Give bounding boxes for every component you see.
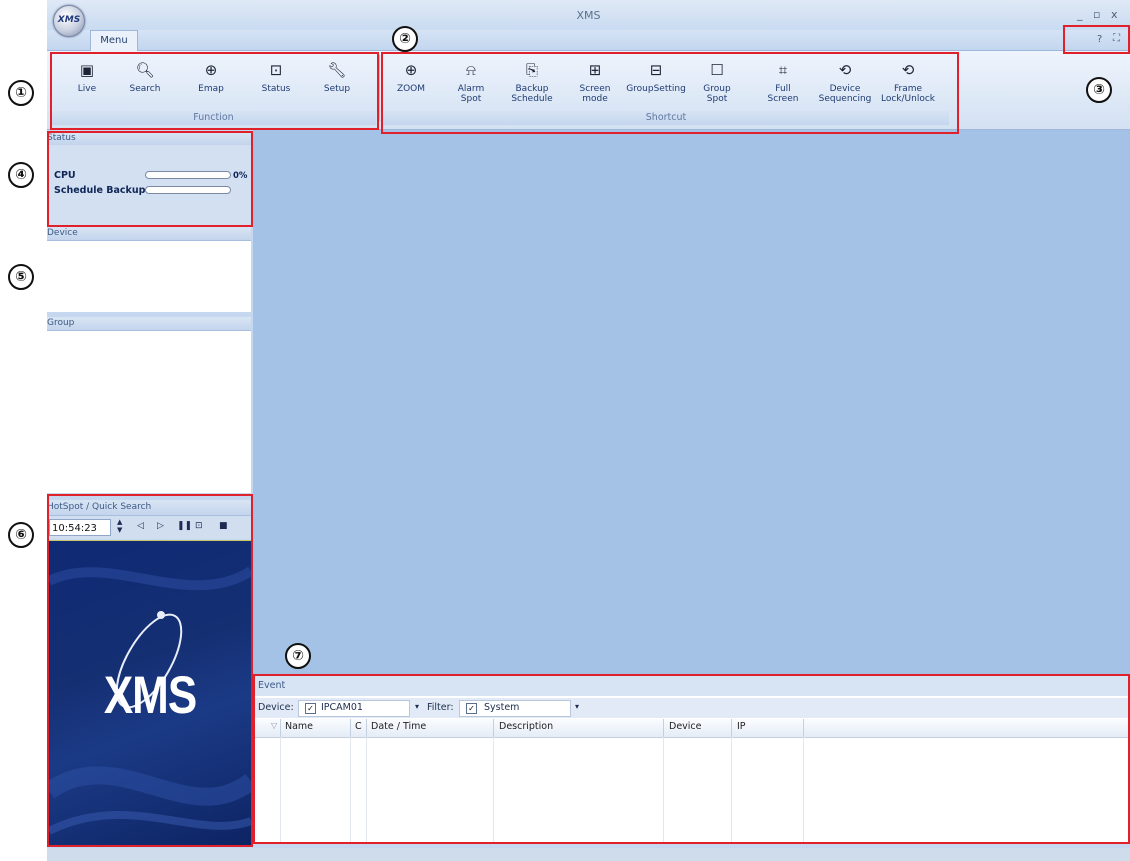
annotation-box-status <box>47 131 253 227</box>
device-panel-header: Device <box>47 227 251 241</box>
annotation-number-2: ② <box>392 26 418 52</box>
status-bar <box>47 848 1130 861</box>
live-view-area[interactable] <box>253 130 1130 676</box>
annotation-number-6: ⑥ <box>8 522 34 548</box>
title-bar: XMS _ ▫ x <box>47 0 1130 30</box>
annotation-box-help <box>1063 25 1130 54</box>
restore-button[interactable]: ▫ <box>1093 8 1100 21</box>
device-tree[interactable] <box>47 241 251 312</box>
annotation-box-function <box>50 52 379 130</box>
annotation-box-shortcut <box>381 52 959 134</box>
ribbon-separator <box>379 55 380 121</box>
window-title: XMS <box>576 9 601 22</box>
close-button[interactable]: x <box>1111 8 1118 21</box>
group-panel-header: Group <box>47 317 251 331</box>
annotation-number-1: ① <box>8 80 34 106</box>
device-panel-title: Device <box>47 228 78 238</box>
annotation-number-4: ④ <box>8 162 34 188</box>
annotation-number-3: ③ <box>1086 77 1112 103</box>
group-tree[interactable] <box>47 331 251 493</box>
group-panel-title: Group <box>47 318 75 328</box>
orb-logo-text: XMS <box>57 15 81 25</box>
application-orb-button[interactable]: XMS <box>53 5 85 37</box>
minimize-button[interactable]: _ <box>1077 8 1083 21</box>
tab-menu[interactable]: Menu <box>90 30 138 51</box>
annotation-number-5: ⑤ <box>8 264 34 290</box>
annotation-number-7: ⑦ <box>285 643 311 669</box>
annotation-box-hotspot <box>47 494 253 847</box>
annotation-box-event <box>253 674 1130 844</box>
xms-application-window: XMS _ ▫ x XMS Menu ? ⛶ ▣ Live 🔍︎ Search … <box>47 0 1130 861</box>
menu-strip <box>47 30 1130 51</box>
